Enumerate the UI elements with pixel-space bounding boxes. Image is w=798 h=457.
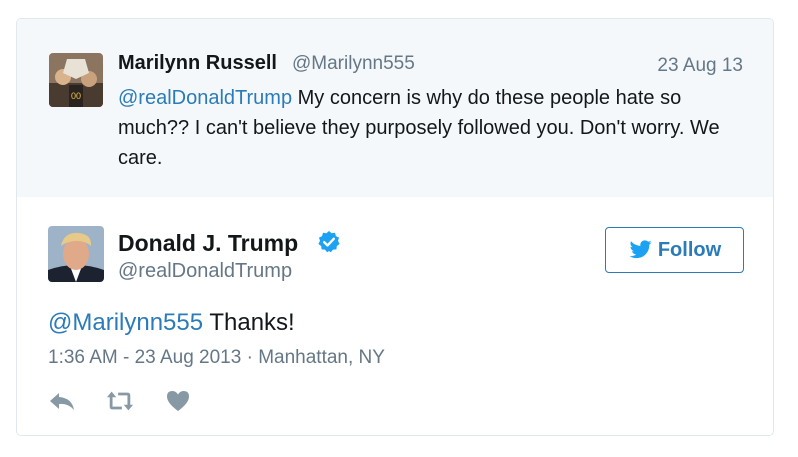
avatar[interactable] [48,226,104,282]
embedded-tweet-card: 00 Marilynn Russell @Marilynn555 23 Aug … [16,18,774,436]
heart-icon [167,391,189,411]
follow-label: Follow [657,238,722,261]
tweet-date[interactable]: 23 Aug 13 [657,55,743,77]
verified-badge-icon [318,231,340,253]
author-name[interactable]: Marilynn Russell [118,52,277,75]
avatar[interactable]: 00 [49,53,103,107]
tweet-actions [48,389,192,413]
tweet-location[interactable]: Manhattan, NY [258,347,385,368]
follow-button[interactable]: Follow [605,227,744,273]
author-handle[interactable]: @realDonaldTrump [118,260,292,283]
reply-icon [50,393,74,410]
tweet-body: Thanks! [203,309,295,336]
svg-text:00: 00 [71,91,81,101]
reply-button[interactable] [48,389,76,413]
tweet-metadata: 1:36 AM - 23 Aug 2013 · Manhattan, NY [48,347,385,369]
tweet-timestamp[interactable]: 1:36 AM - 23 Aug 2013 [48,347,241,368]
author-name[interactable]: Donald J. Trump [118,230,298,257]
mention-link[interactable]: @realDonaldTrump [118,87,292,109]
parent-tweet[interactable]: 00 Marilynn Russell @Marilynn555 23 Aug … [17,19,773,197]
retweet-icon [106,391,134,411]
tweet-text: @realDonaldTrump My concern is why do th… [118,83,738,173]
mention-link[interactable]: @Marilynn555 [48,309,203,336]
retweet-button[interactable] [106,389,134,413]
like-button[interactable] [164,389,192,413]
tweet-text: @Marilynn555 Thanks! [48,309,295,337]
twitter-bird-icon [629,240,652,259]
separator: · [246,347,253,368]
author-handle[interactable]: @Marilynn555 [292,53,415,75]
